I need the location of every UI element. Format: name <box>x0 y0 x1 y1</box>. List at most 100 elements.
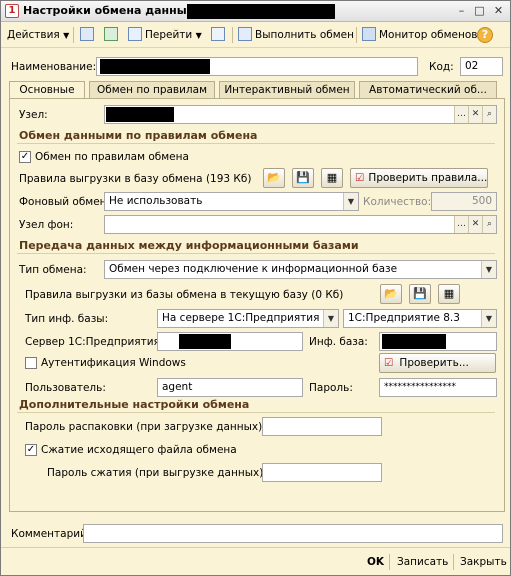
actions-label: Действия <box>7 29 60 41</box>
refresh-icon[interactable] <box>104 26 121 44</box>
code-field[interactable]: 02 <box>460 57 503 76</box>
redacted-name <box>100 59 210 74</box>
export-icon[interactable] <box>80 26 97 44</box>
maximize-button[interactable]: □ <box>472 4 487 19</box>
clear-icon[interactable]: ✕ <box>468 216 482 233</box>
app-1c-icon: 1 <box>5 4 19 18</box>
platform-select[interactable]: 1С:Предприятие 8.3 ▼ <box>343 309 497 328</box>
rules-checkbox-label: Обмен по правилам обмена <box>35 151 189 163</box>
goto-label: Перейти <box>145 29 193 41</box>
run-exchange-label: Выполнить обмен <box>255 29 354 41</box>
section-additional: Дополнительные настройки обмена <box>19 398 250 411</box>
chevron-down-icon[interactable]: ▼ <box>323 310 338 327</box>
name-label: Наименование: <box>11 61 97 73</box>
divider <box>17 412 495 413</box>
server-label: Сервер 1С:Предприятия: <box>25 336 164 348</box>
section-ib-transfer: Передача данных между информационными ба… <box>19 239 359 252</box>
monitor-button[interactable]: Монитор обменов <box>362 26 477 44</box>
background-label: Фоновый обмен: <box>19 196 111 208</box>
rules-upload-label: Правила выгрузки в базу обмена (193 Кб) <box>19 173 252 185</box>
redacted-title-part <box>187 4 335 19</box>
footer-separator <box>389 554 390 570</box>
close-button[interactable]: Закрыть <box>460 555 507 569</box>
platform-value: 1С:Предприятие 8.3 <box>348 312 460 324</box>
chevron-down-icon[interactable]: ▼ <box>481 310 496 327</box>
compress-checkbox[interactable]: ✓ <box>25 444 37 456</box>
section-rules-exchange: Обмен данными по правилам обмена <box>19 129 258 142</box>
redacted-ib <box>382 334 446 349</box>
rules-from-label: Правила выгрузки из базы обмена в текущу… <box>25 289 344 301</box>
chevron-down-icon[interactable]: ▼ <box>343 193 358 210</box>
user-field[interactable]: agent <box>157 378 303 397</box>
save-disk-icon[interactable]: 💾 <box>409 284 431 304</box>
node-label: Узел: <box>19 109 48 121</box>
goto-menu[interactable]: Перейти ▼ <box>128 26 202 44</box>
clear-icon[interactable]: ✕ <box>468 106 482 123</box>
redacted-node <box>106 107 174 122</box>
exchange-type-select[interactable]: Обмен через подключение к информационной… <box>104 260 497 279</box>
actions-menu[interactable]: Действия ▼ <box>7 26 69 44</box>
compress-password-label: Пароль сжатия (при выгрузке данных): <box>47 467 267 479</box>
toolbar-separator <box>232 27 233 43</box>
ok-button[interactable]: OK <box>367 555 384 569</box>
footer-separator <box>453 554 454 570</box>
check-rules-button[interactable]: ☑ Проверить правила... <box>350 168 488 188</box>
minimize-button[interactable]: – <box>454 4 469 19</box>
chevron-down-icon: ▼ <box>195 31 202 40</box>
check-list-icon: ☑ <box>384 357 394 369</box>
windows-auth-checkbox[interactable] <box>25 357 37 369</box>
tab-automatic-exchange[interactable]: Автоматический об... <box>359 81 497 99</box>
comment-field[interactable] <box>83 524 503 543</box>
title-bar[interactable]: 1 Настройки обмена данными – □ ✕ <box>1 1 510 22</box>
monitor-label: Монитор обменов <box>379 29 478 41</box>
exchange-type-label: Тип обмена: <box>19 264 87 276</box>
ib-type-value: На сервере 1С:Предприятия <box>162 312 320 324</box>
save-disk-icon[interactable]: 💾 <box>292 168 314 188</box>
bg-node-label: Узел фон: <box>19 219 74 231</box>
exchange-type-value: Обмен через подключение к информационной… <box>109 263 398 275</box>
user-label: Пользователь: <box>25 382 106 394</box>
help-icon[interactable]: ? <box>477 27 493 43</box>
background-select[interactable]: Не использовать ▼ <box>104 192 359 211</box>
settings-window: 1 Настройки обмена данными – □ ✕ Действи… <box>0 0 511 576</box>
save-button[interactable]: Записать <box>397 555 448 569</box>
window-title: Настройки обмена данными <box>23 4 204 17</box>
ib-label: Инф. база: <box>309 336 368 348</box>
tab-bar: Основные Обмен по правилам Интерактивный… <box>9 81 505 100</box>
grid-icon[interactable] <box>211 26 228 44</box>
windows-auth-label: Аутентификация Windows <box>41 357 186 369</box>
close-window-button[interactable]: ✕ <box>491 4 506 19</box>
toolbar: Действия ▼ Перейти ▼ Выполнить обмен Мон… <box>1 22 510 48</box>
report-icon[interactable]: ▦ <box>438 284 460 304</box>
quantity-label: Количество: <box>363 196 432 208</box>
search-icon[interactable]: ⌕ <box>482 106 496 123</box>
compress-checkbox-label: Сжатие исходящего файла обмена <box>41 444 237 456</box>
bg-node-field[interactable]: … ✕ ⌕ <box>104 215 497 234</box>
unpack-password-field[interactable] <box>262 417 382 436</box>
select-button[interactable]: … <box>454 216 468 233</box>
open-folder-icon[interactable]: 📂 <box>263 168 285 188</box>
quantity-field[interactable]: 500 <box>431 192 497 211</box>
comment-label: Комментарий: <box>11 528 91 540</box>
toolbar-separator <box>73 27 74 43</box>
check-rules-label: Проверить правила... <box>368 172 488 184</box>
ib-type-label: Тип инф. базы: <box>25 313 109 325</box>
open-folder-icon[interactable]: 📂 <box>380 284 402 304</box>
report-icon[interactable]: ▦ <box>321 168 343 188</box>
toolbar-separator <box>356 27 357 43</box>
tab-interactive-exchange[interactable]: Интерактивный обмен <box>219 81 355 99</box>
run-exchange-button[interactable]: Выполнить обмен <box>238 26 354 44</box>
chevron-down-icon[interactable]: ▼ <box>481 261 496 278</box>
check-connection-button[interactable]: ☑ Проверить... <box>379 353 496 373</box>
compress-password-field[interactable] <box>262 463 382 482</box>
ib-type-select[interactable]: На сервере 1С:Предприятия ▼ <box>157 309 339 328</box>
rules-checkbox[interactable]: ✓ <box>19 151 31 163</box>
password-label: Пароль: <box>309 382 353 394</box>
tab-rules-exchange[interactable]: Обмен по правилам <box>89 81 215 99</box>
password-field[interactable]: **************** <box>379 378 497 397</box>
check-list-icon: ☑ <box>355 172 365 184</box>
check-connection-label: Проверить... <box>399 357 469 369</box>
bottom-bar: OK Записать Закрыть <box>1 547 510 575</box>
select-button[interactable]: … <box>454 106 468 123</box>
search-icon[interactable]: ⌕ <box>482 216 496 233</box>
